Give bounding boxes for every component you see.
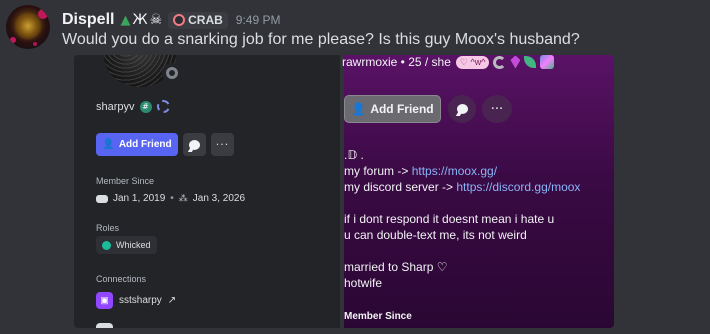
bio-line: married to Sharp ♡: [344, 260, 448, 274]
member-since-title: Member Since: [344, 311, 412, 322]
separator-dot: •: [170, 193, 174, 204]
guild-tag-label: CRAB: [188, 13, 223, 27]
roles-title: Roles: [96, 223, 120, 233]
twitch-icon: ▣: [96, 292, 113, 309]
bio-line: if i dont respond it doesnt mean i hate …: [344, 212, 555, 226]
add-user-icon: 👤: [102, 139, 115, 150]
message-button[interactable]: [183, 133, 206, 156]
bio-forum-prefix: my forum ->: [344, 164, 412, 178]
bio-spacer: [344, 243, 580, 259]
bio-line: hotwife: [344, 276, 383, 290]
add-friend-button[interactable]: 👤 Add Friend: [96, 133, 178, 156]
crab-icon: [173, 14, 186, 26]
add-friend-label: Add Friend: [118, 139, 172, 150]
bio-server-line: my discord server -> https://discord.gg/…: [344, 179, 580, 195]
connection-name: sstsharpy: [119, 295, 162, 306]
skull-icon: ☠: [149, 12, 163, 28]
add-friend-label: Add Friend: [370, 102, 434, 116]
message-timestamp: 9:49 PM: [235, 13, 281, 27]
bio-forum-line: my forum -> https://moox.gg/: [344, 163, 580, 179]
name-decoration: ▲ Ж ☠: [120, 12, 162, 28]
profile-badges: ♡ ^w^: [455, 55, 555, 69]
hashtag-badge-icon: #: [139, 100, 152, 113]
gem-badge-icon: [510, 55, 521, 69]
server-invite-link[interactable]: https://discord.gg/moox: [456, 180, 580, 194]
role-pill[interactable]: Whicked: [96, 236, 157, 254]
message-text: Would you do a snarking job for me pleas…: [62, 31, 580, 48]
bio-server-prefix: my discord server ->: [344, 180, 457, 194]
message-username[interactable]: Dispell: [62, 11, 114, 29]
tree-icon: ▲: [120, 12, 131, 28]
profile-username: sharpyv: [96, 100, 135, 113]
chat-bubble-icon: [456, 104, 468, 114]
bio-line: .𝔻 .: [344, 148, 364, 162]
offline-status-icon: [162, 63, 182, 83]
more-options-button[interactable]: ···: [482, 95, 512, 123]
message-button[interactable]: [448, 95, 476, 123]
discord-since-date: Jan 1, 2019: [113, 193, 166, 204]
image-attachment[interactable]: sharpyv # 👤 Add Friend ··· Member Since …: [74, 55, 614, 328]
leaf-badge-icon: [524, 56, 537, 68]
ring-badge-icon: [156, 100, 170, 113]
user-avatar[interactable]: [6, 5, 50, 49]
heart-badge-icon: ♡ ^w^: [455, 55, 490, 69]
profile-name-row: sharpyv #: [96, 100, 170, 113]
external-link-icon: ↗: [167, 295, 177, 306]
connections-title: Connections: [96, 274, 147, 284]
role-color-dot: [102, 240, 111, 250]
connection-icon-partial: [96, 323, 113, 328]
bio-line: u can double-text me, its not weird: [344, 228, 527, 242]
chat-bubble-icon: [189, 139, 200, 150]
add-friend-button[interactable]: 👤 Add Friend: [344, 95, 441, 123]
discord-icon: [96, 194, 108, 203]
name-decoration-text: Ж: [132, 12, 148, 28]
profile-panel-sharpyv: sharpyv # 👤 Add Friend ··· Member Since …: [74, 55, 340, 328]
profile-handle: rawrmoxie • 25 / she: [342, 55, 451, 69]
profile-header-row: rawrmoxie • 25 / she ♡ ^w^: [342, 55, 555, 69]
box-badge-icon: [540, 55, 555, 69]
profile-bio: .𝔻 . my forum -> https://moox.gg/ my dis…: [344, 147, 580, 291]
message-header: Dispell ▲ Ж ☠ CRAB 9:49 PM: [62, 10, 281, 30]
connection-twitch[interactable]: ▣ sstsharpy ↗: [96, 292, 176, 309]
role-name: Whicked: [116, 240, 151, 250]
more-options-button[interactable]: ···: [211, 133, 234, 156]
add-user-icon: 👤: [351, 102, 367, 116]
member-since-title: Member Since: [96, 176, 155, 186]
forum-link[interactable]: https://moox.gg/: [412, 164, 497, 178]
server-icon: ⁂: [178, 193, 188, 203]
member-since-row: Jan 1, 2019 • ⁂ Jan 3, 2026: [96, 193, 245, 204]
server-since-date: Jan 3, 2026: [192, 193, 246, 204]
guild-tag[interactable]: CRAB: [168, 11, 228, 29]
profile-panel-rawrmoxie: rawrmoxie • 25 / she ♡ ^w^ 👤 Add Friend …: [342, 55, 614, 328]
bio-spacer: [344, 195, 580, 211]
swirl-badge-icon: [493, 55, 507, 69]
